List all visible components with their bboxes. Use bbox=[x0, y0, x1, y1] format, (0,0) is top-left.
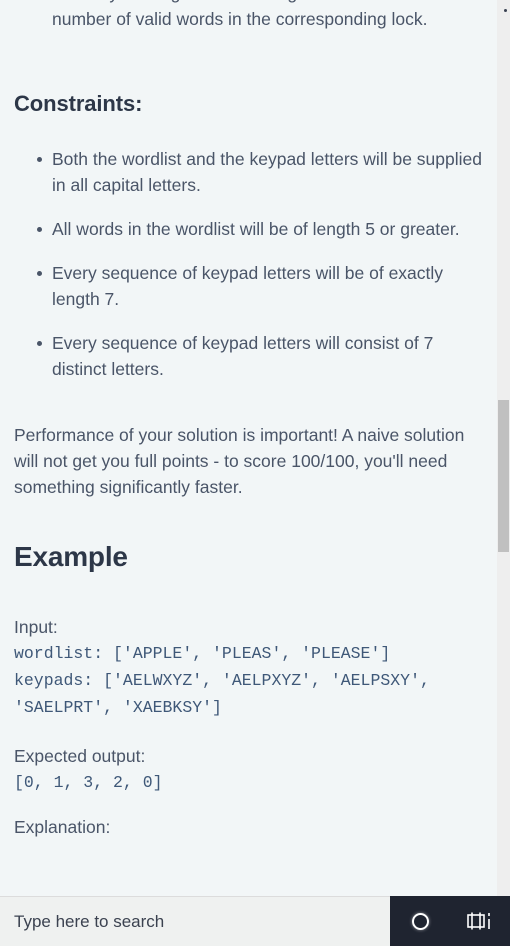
document-content-area: An array of integers. Each integer shoul… bbox=[0, 0, 497, 896]
list-item: Every sequence of keypad letters will be… bbox=[14, 260, 483, 312]
explanation-label: Explanation: bbox=[14, 817, 111, 837]
screen: An array of integers. Each integer shoul… bbox=[0, 0, 510, 946]
list-item: All words in the wordlist will be of len… bbox=[14, 216, 483, 242]
cortana-button[interactable] bbox=[390, 896, 450, 946]
input-code-block: wordlist: ['APPLE', 'PLEAS', 'PLEASE'] k… bbox=[14, 644, 430, 717]
scrollbar-thumb[interactable] bbox=[498, 400, 509, 552]
clipped-bullet-list: An array of integers. Each integer shoul… bbox=[14, 0, 483, 32]
scroll-marker-dot bbox=[504, 9, 507, 12]
windows-taskbar: Type here to search bbox=[0, 896, 510, 946]
task-view-icon bbox=[467, 912, 490, 930]
search-input[interactable]: Type here to search bbox=[14, 912, 164, 932]
list-item: Every sequence of keypad letters will co… bbox=[14, 330, 483, 382]
list-item: An array of integers. Each integer shoul… bbox=[14, 0, 483, 32]
list-item: Both the wordlist and the keypad letters… bbox=[14, 146, 483, 198]
taskbar-icon-tray bbox=[390, 896, 510, 946]
document-body: An array of integers. Each integer shoul… bbox=[0, 0, 497, 880]
performance-note: Performance of your solution is importan… bbox=[14, 425, 465, 497]
vertical-scrollbar[interactable] bbox=[497, 0, 510, 896]
taskbar-search-box[interactable]: Type here to search bbox=[0, 896, 390, 946]
constraints-heading: Constraints: bbox=[14, 91, 143, 116]
cortana-circle-icon bbox=[411, 912, 429, 930]
input-label: Input: bbox=[14, 617, 58, 637]
constraints-list: Both the wordlist and the keypad letters… bbox=[14, 146, 483, 382]
expected-output-label: Expected output: bbox=[14, 746, 146, 766]
expected-output-code-block: [0, 1, 3, 2, 0] bbox=[14, 773, 163, 792]
example-heading: Example bbox=[14, 541, 128, 572]
task-view-button[interactable] bbox=[450, 896, 510, 946]
